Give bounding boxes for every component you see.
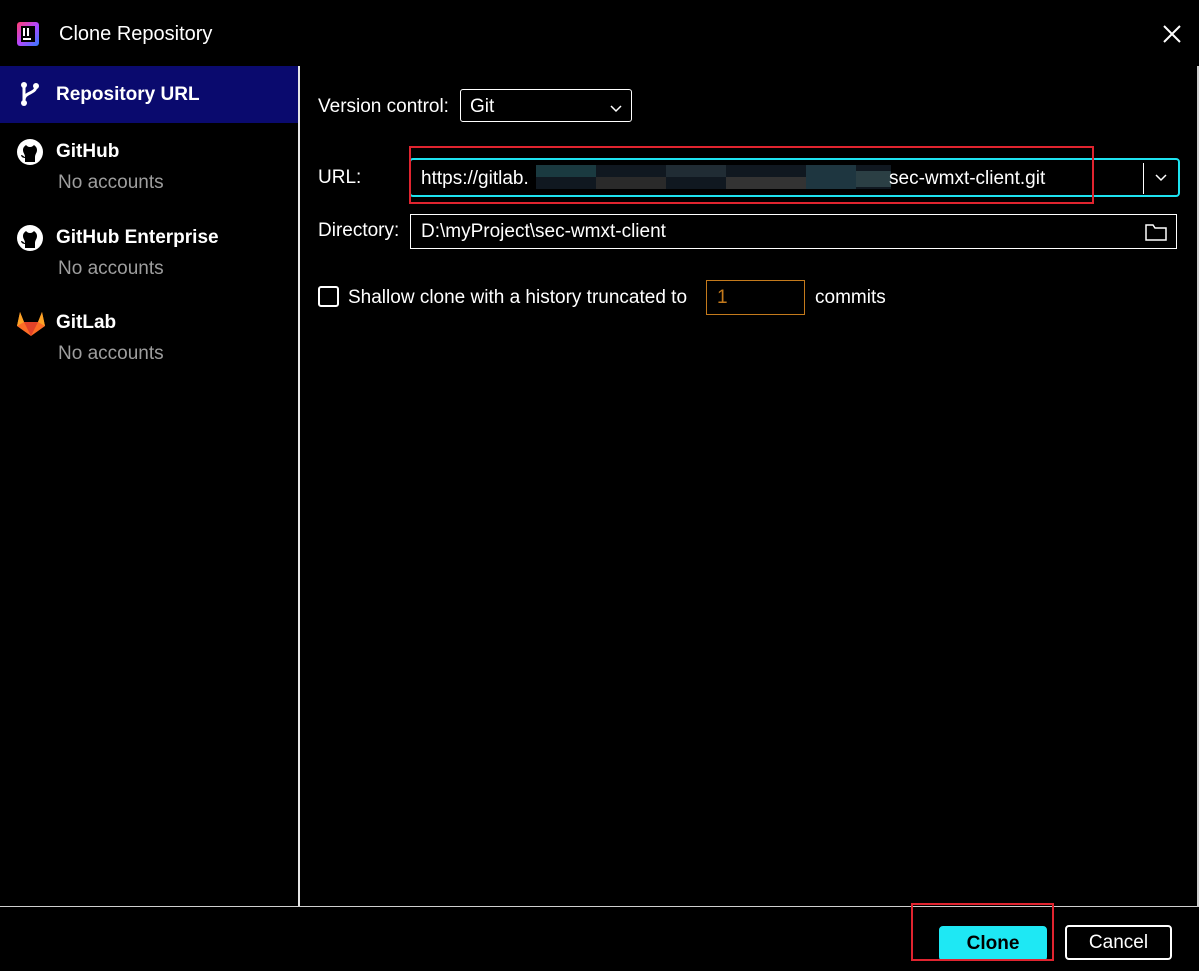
sidebar-item-gitlab[interactable]: GitLab No accounts — [0, 303, 298, 367]
redacted-url-segment — [536, 161, 891, 193]
sidebar-item-label: GitHub — [56, 141, 120, 162]
sidebar-item-repository-url[interactable]: Repository URL — [0, 66, 298, 123]
sidebar-item-sublabel: No accounts — [58, 343, 164, 364]
sidebar-divider — [298, 66, 300, 907]
git-branch-icon — [16, 80, 44, 108]
close-icon[interactable] — [1158, 20, 1186, 48]
sidebar-item-sublabel: No accounts — [58, 258, 164, 279]
url-label: URL: — [318, 167, 362, 188]
commits-label: commits — [815, 287, 886, 308]
url-history-dropdown[interactable] — [1145, 160, 1178, 195]
history-depth-value: 1 — [717, 287, 728, 308]
github-icon — [16, 138, 44, 166]
directory-label: Directory: — [318, 220, 400, 241]
folder-icon[interactable] — [1144, 222, 1168, 242]
window-title: Clone Repository — [59, 23, 213, 45]
sidebar-item-label: GitHub Enterprise — [56, 227, 219, 248]
version-control-label: Version control: — [318, 96, 449, 117]
sidebar: Repository URL GitHub No accounts GitHub… — [0, 66, 298, 907]
cancel-button[interactable]: Cancel — [1065, 925, 1172, 960]
footer-divider — [0, 906, 1199, 907]
github-icon — [16, 224, 44, 252]
url-input[interactable]: https://gitlab. sec-wmxt-client.git — [409, 158, 1180, 197]
gitlab-icon — [16, 309, 45, 337]
version-control-select[interactable]: Git — [460, 89, 632, 122]
sidebar-item-sublabel: No accounts — [58, 172, 164, 193]
shallow-clone-checkbox[interactable] — [318, 286, 339, 307]
url-prefix-text: https://gitlab. — [421, 168, 529, 189]
directory-value: D:\myProject\sec-wmxt-client — [421, 221, 666, 242]
url-suffix-text: sec-wmxt-client.git — [889, 168, 1046, 189]
version-control-value: Git — [470, 96, 495, 117]
sidebar-item-label: Repository URL — [56, 84, 200, 105]
sidebar-item-github[interactable]: GitHub No accounts — [0, 132, 298, 196]
sidebar-item-label: GitLab — [56, 312, 117, 333]
intellij-idea-icon — [17, 22, 39, 46]
directory-input[interactable]: D:\myProject\sec-wmxt-client — [410, 214, 1177, 249]
chevron-down-icon — [609, 100, 623, 118]
shallow-clone-label: Shallow clone with a history truncated t… — [348, 287, 688, 308]
url-divider — [1143, 163, 1144, 194]
history-depth-input[interactable]: 1 — [706, 280, 805, 315]
clone-button[interactable]: Clone — [939, 926, 1047, 961]
sidebar-item-github-enterprise[interactable]: GitHub Enterprise No accounts — [0, 218, 298, 282]
title-bar: Clone Repository — [0, 0, 1199, 66]
